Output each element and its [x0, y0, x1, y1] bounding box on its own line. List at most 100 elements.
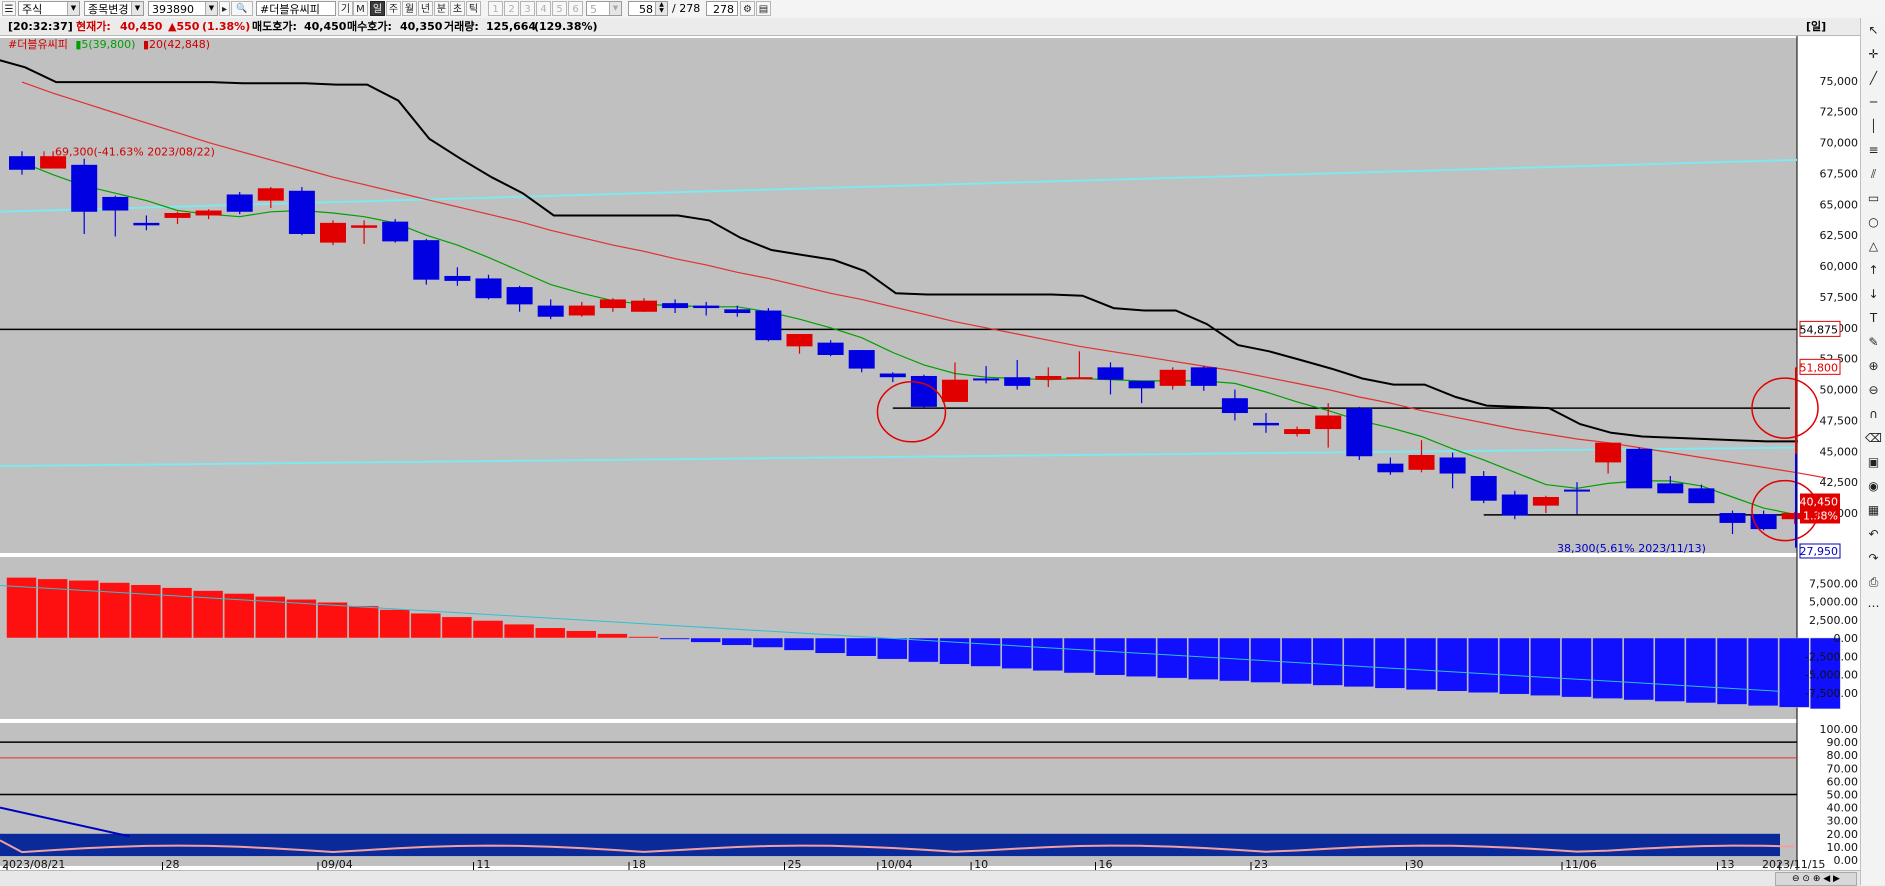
horizontal-scrollbar[interactable]: ⊖ ⊙ ⊕ ◀ ▶ [0, 870, 1860, 886]
chart-area[interactable]: 75,000 72,500 70,000 67,500 65,000 62,500 60,0… [0, 36, 1860, 870]
minute-5-button[interactable]: 5 [552, 1, 567, 16]
visible-bars-value: 58 [639, 3, 653, 16]
print-icon[interactable]: ⎙ [1861, 570, 1885, 594]
vertical-line-icon[interactable]: │ [1861, 114, 1885, 138]
undo-icon[interactable]: ↶ [1861, 522, 1885, 546]
stock-code-input[interactable]: 393890 ▼ [148, 1, 218, 16]
x-tick-label: 16 [1099, 858, 1113, 870]
histogram-bar [286, 599, 317, 639]
circle-icon[interactable]: ○ [1861, 210, 1885, 234]
more-icon[interactable]: ⋯ [1861, 594, 1885, 618]
candle-body [1688, 488, 1715, 504]
minute-1-button[interactable]: 1 [488, 1, 503, 16]
price-tick-label: 72,500 [1820, 106, 1859, 119]
candle-body [1377, 463, 1404, 473]
trendline-icon[interactable]: ╱ [1861, 66, 1885, 90]
osc-tick-label: 5,000.00 [1809, 596, 1858, 609]
period-month-button[interactable]: 월 [402, 1, 417, 16]
histogram-bar [130, 584, 162, 639]
visible-bars-stepper[interactable]: 58 ▲ ▼ [628, 1, 668, 16]
candle-body [475, 278, 502, 299]
candle-body [320, 222, 346, 243]
zoom-in-icon[interactable]: ⊕ [1861, 354, 1885, 378]
eraser-icon[interactable]: ⌫ [1861, 426, 1885, 450]
candle-body [351, 225, 378, 228]
minute-4-button[interactable]: 4 [536, 1, 551, 16]
stepper-arrows-icon[interactable]: ▲ ▼ [655, 2, 667, 15]
candle [1501, 490, 1528, 520]
arrow-up-icon[interactable]: ↑ [1861, 258, 1885, 282]
price-change-pct: (1.38%) [202, 20, 251, 33]
period-tick-button[interactable]: 틱 [466, 1, 481, 16]
save-icon[interactable]: ▤ [756, 1, 771, 16]
candle-body [755, 310, 782, 341]
histogram-bar [410, 612, 442, 639]
minute-2-button[interactable]: 2 [504, 1, 519, 16]
rectangle-icon[interactable]: ▭ [1861, 186, 1885, 210]
period-week-button[interactable]: 주 [386, 1, 401, 16]
current-price-label: 40,450 [1800, 495, 1839, 508]
chevron-down-icon: ▼ [205, 2, 217, 15]
osc-tick-label: -7,500.00 [1805, 687, 1858, 700]
text-icon[interactable]: T [1861, 306, 1885, 330]
candle-body [537, 305, 564, 317]
play-icon[interactable]: ▸ [219, 1, 230, 16]
eye-icon[interactable]: ◉ [1861, 474, 1885, 498]
cursor-icon[interactable]: ↖ [1861, 18, 1885, 42]
settings-icon[interactable]: ⚙ [740, 1, 755, 16]
bid-label: 매수호가: [347, 20, 392, 33]
bid-value: 40,350 [400, 20, 443, 33]
histogram-bar [317, 601, 348, 639]
minute-3-button[interactable]: 3 [520, 1, 535, 16]
grid-icon[interactable]: ▦ [1861, 498, 1885, 522]
redo-icon[interactable]: ↷ [1861, 546, 1885, 570]
minute-value-select[interactable]: 5 ▼ [586, 1, 622, 16]
histogram-bar [348, 605, 379, 639]
fibonacci-icon[interactable]: ≡ [1861, 138, 1885, 162]
x-tick-label: 28 [166, 858, 180, 870]
pencil-icon[interactable]: ✎ [1861, 330, 1885, 354]
period-second-button[interactable]: 초 [450, 1, 465, 16]
candle-body [1128, 380, 1155, 389]
histogram-bar [845, 637, 877, 657]
lower-mark-label: 27,950 [1800, 545, 1839, 558]
histogram-bar [99, 582, 131, 639]
market-type-select[interactable]: 주식 ▼ [18, 1, 80, 16]
period-year-button[interactable]: 년 [418, 1, 433, 16]
low-annotation: 38,300(5.61% 2023/11/13) [1557, 542, 1706, 555]
horizontal-line-icon[interactable]: ─ [1861, 90, 1885, 114]
candle-body [1501, 494, 1528, 516]
current-price-label: 현재가: [76, 20, 111, 33]
histogram-bar [970, 637, 1001, 667]
search-icon[interactable]: 🔍 [231, 1, 253, 16]
zoom-out-icon[interactable]: ⊖ [1861, 378, 1885, 402]
total-bars-field[interactable]: 278 [706, 1, 738, 16]
stock-name-field[interactable]: #더블유씨피 [256, 1, 336, 16]
candle-body [102, 196, 129, 211]
crosshair-icon[interactable]: ✛ [1861, 42, 1885, 66]
histogram-bar [908, 637, 939, 663]
chevron-down-icon: ▼ [131, 2, 143, 15]
candle-body [413, 240, 440, 280]
period-day-button[interactable]: 일 [370, 1, 385, 16]
m-button[interactable]: M [353, 1, 368, 16]
arrow-down-icon[interactable]: ↓ [1861, 282, 1885, 306]
histogram-bar [441, 616, 473, 639]
lock-icon[interactable]: ▣ [1861, 450, 1885, 474]
menu-icon[interactable]: ☰ [2, 1, 16, 16]
channel-icon[interactable]: ⫽ [1861, 162, 1885, 186]
period-minute-button[interactable]: 분 [434, 1, 449, 16]
legend-ma20: 20(42,848) [149, 38, 211, 51]
price-pane[interactable] [0, 38, 1797, 553]
histogram-bar [1156, 637, 1188, 679]
minute-6-button[interactable]: 6 [568, 1, 583, 16]
magnet-icon[interactable]: ∩ [1861, 402, 1885, 426]
zoom-controls[interactable]: ⊖ ⊙ ⊕ ◀ ▶ [1775, 872, 1857, 886]
change-stock-select[interactable]: 종목변경 ▼ [84, 1, 144, 16]
ki-button[interactable]: 기 [338, 1, 353, 16]
candle [288, 187, 315, 236]
candle [413, 238, 440, 285]
candle-body [1315, 415, 1342, 430]
triangle-icon[interactable]: △ [1861, 234, 1885, 258]
candle [1346, 406, 1373, 460]
